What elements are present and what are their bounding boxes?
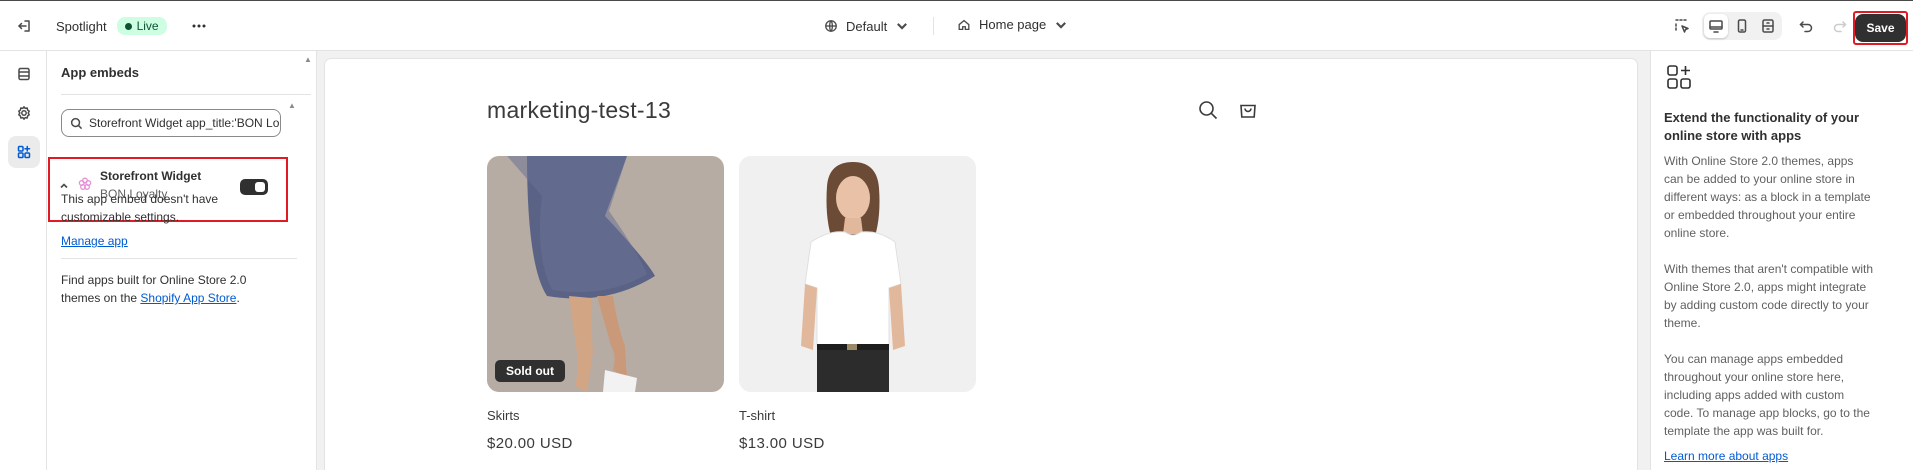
chevron-down-icon — [1056, 21, 1067, 29]
chevron-down-icon — [897, 23, 908, 30]
panel-title: App embeds — [61, 65, 140, 80]
product-image[interactable] — [739, 156, 976, 392]
store-name[interactable]: marketing-test-13 — [487, 97, 671, 124]
app-embeds-icon[interactable] — [8, 136, 40, 168]
save-button-highlight: Save — [1853, 11, 1908, 45]
manage-app-link[interactable]: Manage app — [61, 234, 128, 248]
theme-selector-label: Default — [846, 18, 888, 34]
app-store-link[interactable]: Shopify App Store — [140, 291, 236, 305]
gear-icon[interactable] — [8, 97, 40, 129]
status-dot-icon — [124, 22, 132, 30]
cart-icon[interactable] — [1237, 98, 1259, 120]
save-button[interactable]: Save — [1855, 14, 1906, 42]
product-card[interactable]: Sold out Skirts $20.00 USD — [487, 156, 724, 452]
search-icon — [70, 117, 83, 129]
product-title[interactable]: Skirts — [487, 408, 724, 423]
left-rail — [0, 51, 47, 470]
inspector-icon[interactable] — [1668, 12, 1696, 40]
page-selector-label: Home page — [979, 17, 1047, 32]
top-bar: Spotlight Live Default Home page Save — [0, 0, 1913, 51]
viewport-switcher — [1702, 12, 1782, 40]
desktop-view-icon[interactable] — [1704, 14, 1728, 38]
info-heading: Extend the functionality of your online … — [1664, 110, 1860, 143]
fullscreen-view-icon[interactable] — [1756, 14, 1780, 38]
product-price: $20.00 USD — [487, 435, 573, 452]
sections-icon[interactable] — [8, 58, 40, 90]
find-apps-suffix: . — [236, 291, 240, 305]
info-paragraph: You can manage apps embedded throughout … — [1664, 352, 1870, 438]
app-embed-name: Storefront Widget — [100, 169, 202, 183]
mobile-view-icon[interactable] — [1730, 14, 1754, 38]
chevron-up-icon[interactable] — [59, 179, 69, 189]
list-scroll-up-arrow-icon[interactable]: ▲ — [288, 101, 296, 110]
info-paragraph: With Online Store 2.0 themes, apps can b… — [1664, 154, 1871, 240]
tshirt-photo — [739, 156, 976, 392]
storefront-preview: marketing-test-13 Sold out Skirts $20.00… — [325, 59, 1637, 470]
sold-out-badge: Sold out — [495, 360, 565, 382]
divider — [61, 258, 297, 259]
page-selector-dropdown[interactable]: Home page — [957, 17, 1068, 32]
redo-icon[interactable] — [1826, 12, 1854, 40]
search-input[interactable] — [89, 116, 279, 130]
undo-icon[interactable] — [1792, 12, 1820, 40]
theme-selector-dropdown[interactable]: Default — [824, 19, 909, 34]
product-card[interactable]: T-shirt $13.00 USD — [739, 156, 976, 452]
apps-info-panel: Extend the functionality of your online … — [1650, 51, 1913, 470]
live-status-badge: Live — [116, 17, 167, 35]
info-paragraph: With themes that aren't compatible with … — [1664, 262, 1874, 330]
search-icon[interactable] — [1197, 99, 1219, 121]
search-input-wrapper — [61, 109, 281, 137]
product-title[interactable]: T-shirt — [739, 408, 976, 423]
product-price: $13.00 USD — [739, 435, 825, 452]
find-apps-text: Find apps built for Online Store 2.0 the… — [61, 271, 266, 307]
no-settings-text: This app embed doesn't have customizable… — [61, 192, 219, 224]
theme-name: Spotlight — [56, 18, 107, 34]
globe-icon — [825, 20, 837, 32]
scroll-up-arrow-icon[interactable]: ▲ — [304, 55, 312, 64]
more-horizontal-icon[interactable] — [185, 12, 213, 40]
exit-icon[interactable] — [10, 12, 38, 40]
learn-more-link[interactable]: Learn more about apps — [1664, 449, 1788, 463]
product-image[interactable]: Sold out — [487, 156, 724, 392]
apps-icon — [1665, 63, 1693, 91]
app-embeds-panel: App embeds ▲ ▲ Storefront Widget BON Loy… — [47, 51, 317, 470]
home-icon — [958, 19, 970, 30]
live-status-label: Live — [136, 19, 159, 33]
divider — [61, 94, 311, 95]
skirt-photo — [487, 156, 724, 392]
preview-canvas: marketing-test-13 Sold out Skirts $20.00… — [317, 51, 1650, 470]
divider — [933, 17, 935, 35]
